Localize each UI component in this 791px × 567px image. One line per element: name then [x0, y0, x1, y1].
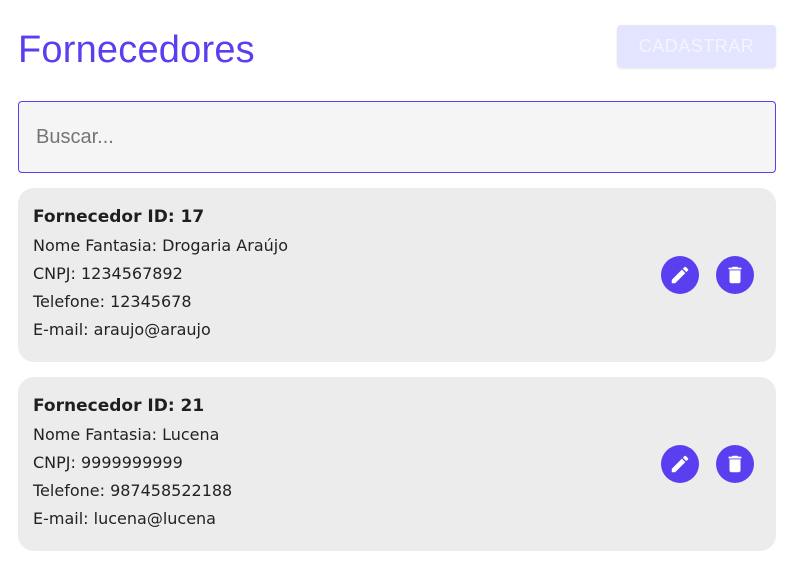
- supplier-id: Fornecedor ID: 21: [33, 396, 205, 416]
- supplier-card: Fornecedor ID: 17 Nome Fantasia: Drogari…: [18, 188, 776, 362]
- supplier-info: Fornecedor ID: 21 Nome Fantasia: Lucena …: [33, 394, 232, 533]
- delete-supplier-button[interactable]: [716, 445, 754, 483]
- register-button[interactable]: CADASTRAR: [617, 25, 776, 68]
- edit-supplier-button[interactable]: [661, 445, 699, 483]
- supplier-phone: Telefone: 987458522188: [33, 481, 233, 500]
- supplier-phone: Telefone: 12345678: [33, 292, 192, 311]
- supplier-card: Fornecedor ID: 21 Nome Fantasia: Lucena …: [18, 377, 776, 551]
- trash-icon: [728, 455, 742, 473]
- page-title: Fornecedores: [18, 29, 255, 71]
- edit-supplier-button[interactable]: [661, 256, 699, 294]
- pencil-icon: [671, 455, 689, 473]
- supplier-cnpj: CNPJ: 9999999999: [33, 453, 183, 472]
- supplier-email: E-mail: lucena@lucena: [33, 509, 216, 528]
- supplier-id: Fornecedor ID: 17: [33, 207, 205, 227]
- delete-supplier-button[interactable]: [716, 256, 754, 294]
- supplier-trade-name: Nome Fantasia: Drogaria Araújo: [33, 236, 289, 255]
- trash-icon: [728, 266, 742, 284]
- supplier-email: E-mail: araujo@araujo: [33, 320, 211, 339]
- supplier-cnpj: CNPJ: 1234567892: [33, 264, 183, 283]
- supplier-trade-name: Nome Fantasia: Lucena: [33, 425, 220, 444]
- suppliers-page: Fornecedores CADASTRAR Fornecedor ID: 17…: [0, 0, 791, 567]
- supplier-info: Fornecedor ID: 17 Nome Fantasia: Drogari…: [33, 205, 288, 344]
- search-input[interactable]: [18, 101, 776, 173]
- page-header: Fornecedores CADASTRAR: [18, 18, 776, 78]
- pencil-icon: [671, 266, 689, 284]
